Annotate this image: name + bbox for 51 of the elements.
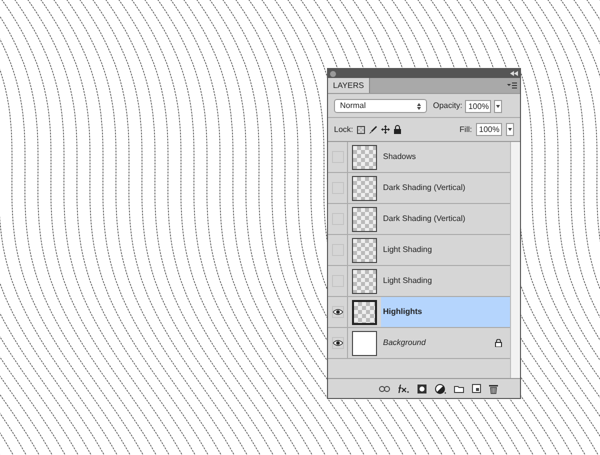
folder-icon[interactable]	[454, 384, 464, 392]
panel-menu-icon[interactable]	[507, 82, 517, 89]
layer-thumbnail	[352, 268, 377, 294]
layer-name: Light Shading	[383, 275, 432, 287]
lock-label: Lock:	[334, 124, 354, 136]
layer-name: Dark Shading (Vertical)	[383, 182, 466, 194]
close-icon[interactable]	[330, 70, 336, 76]
lock-transparency-icon[interactable]	[357, 126, 366, 134]
visibility-toggle[interactable]	[332, 306, 344, 318]
layer-thumbnail	[352, 176, 377, 200]
layer-name: Background	[383, 337, 426, 349]
move-icon[interactable]	[381, 125, 390, 134]
caret-icon	[496, 104, 500, 108]
layer-thumbnail	[352, 144, 377, 170]
layer-row[interactable]: Dark Shading (Vertical)	[328, 204, 510, 235]
visibility-toggle[interactable]	[332, 337, 344, 349]
fill-label: Fill:	[460, 124, 472, 136]
new-layer-icon[interactable]	[472, 384, 481, 393]
fill-dropdown-button[interactable]	[506, 123, 514, 136]
layer-thumbnail	[352, 238, 377, 262]
fill-field[interactable]: 100%	[476, 123, 502, 136]
mask-icon[interactable]	[417, 384, 427, 394]
layer-name: Dark Shading (Vertical)	[383, 213, 466, 225]
layer-name: Light Shading	[383, 244, 432, 256]
layer-name: Shadows	[383, 151, 416, 163]
eye-icon	[332, 309, 342, 315]
layer-thumbnail	[352, 330, 377, 356]
layer-row[interactable]: Shadows	[328, 142, 510, 173]
updown-icon	[417, 102, 421, 110]
effects-icon[interactable]	[398, 384, 409, 393]
layer-row[interactable]: Light Shading	[328, 235, 510, 266]
layer-thumbnail	[352, 300, 377, 324]
link-icon[interactable]	[379, 386, 390, 392]
layers-tab[interactable]: LAYERS	[328, 78, 370, 93]
blend-mode-select[interactable]: Normal	[334, 99, 427, 113]
opacity-field[interactable]: 100%	[465, 100, 492, 112]
eye-icon	[332, 340, 342, 346]
caret-icon	[508, 128, 512, 131]
layer-row[interactable]: Dark Shading (Vertical)	[328, 173, 510, 204]
adjustment-icon[interactable]	[435, 384, 446, 394]
collapse-icon[interactable]	[510, 71, 518, 76]
opacity-label: Opacity:	[433, 100, 462, 112]
trash-icon[interactable]	[489, 384, 498, 394]
layer-row[interactable]: Light Shading	[328, 266, 510, 297]
layer-thumbnail	[352, 206, 377, 232]
layer-row[interactable]: Highlights	[328, 297, 510, 328]
layer-row[interactable]: Background	[328, 328, 510, 359]
layer-name: Highlights	[383, 306, 422, 318]
brush-icon[interactable]	[369, 126, 378, 134]
lock-icon[interactable]	[394, 125, 402, 134]
opacity-dropdown-button[interactable]	[494, 100, 502, 112]
